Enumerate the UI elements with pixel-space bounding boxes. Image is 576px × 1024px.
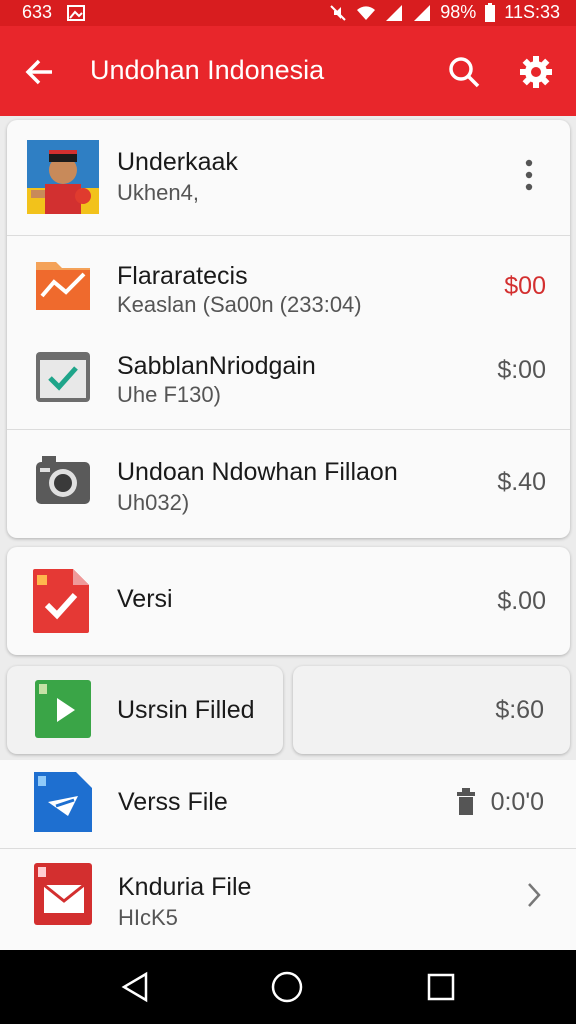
search-icon[interactable] xyxy=(446,54,482,90)
red-mail-file-icon xyxy=(34,863,92,925)
item-price: $.00 xyxy=(497,587,546,615)
list-item[interactable]: Knduria File HIcK5 xyxy=(0,849,576,950)
status-bar: 633 98% 11S:33 xyxy=(0,0,576,26)
wifi-icon xyxy=(357,5,376,20)
bottom-list: Verss File 0:0'0 Knduria File HIcK5 xyxy=(0,760,576,950)
item-subtitle: Uh032) xyxy=(117,490,190,515)
profile-subtitle: Ukhen4, xyxy=(117,180,199,205)
blue-file-icon xyxy=(34,772,92,832)
item-name: Undoan Ndowhan Fillaon xyxy=(117,458,398,486)
chart-folder-icon xyxy=(36,262,90,310)
versi-card[interactable]: Versi $.00 xyxy=(7,547,570,655)
status-time-left: 633 xyxy=(22,2,53,22)
gear-icon[interactable] xyxy=(518,54,554,90)
signal-icon xyxy=(414,4,431,21)
status-clock: 11S:33 xyxy=(504,2,560,22)
back-arrow-icon[interactable] xyxy=(22,54,58,90)
more-vert-icon[interactable] xyxy=(523,158,535,194)
mute-icon xyxy=(330,4,346,21)
avatar xyxy=(27,140,99,214)
trash-icon[interactable] xyxy=(456,788,476,816)
item-name: SabblanNriodgain xyxy=(117,352,316,380)
battery-percent: 98% xyxy=(440,2,477,22)
item-name: Versi xyxy=(117,585,173,613)
item-price: $:00 xyxy=(497,356,546,384)
page-title: Undohan Indonesia xyxy=(90,55,325,85)
app-bar: Undohan Indonesia xyxy=(0,26,576,116)
image-icon xyxy=(67,4,86,21)
item-name: Usrsin Filled xyxy=(117,696,255,724)
chevron-right-icon[interactable] xyxy=(526,881,542,909)
list-item[interactable]: Verss File 0:0'0 xyxy=(0,760,576,848)
item-name: Knduria File xyxy=(118,873,252,901)
item-subtitle: HIcK5 xyxy=(118,905,178,930)
back-triangle-icon[interactable] xyxy=(118,970,152,1004)
list-item[interactable]: Undoan Ndowhan Fillaon Uh032) $.40 xyxy=(7,430,570,538)
split-card-left[interactable]: Usrsin Filled xyxy=(7,666,283,754)
battery-icon xyxy=(485,2,496,22)
green-file-icon xyxy=(35,680,91,738)
home-circle-icon[interactable] xyxy=(270,970,304,1004)
item-subtitle: Keaslan (Sa00n (233:04) xyxy=(117,292,362,317)
signal-icon xyxy=(386,4,403,21)
camera-icon xyxy=(36,456,90,504)
system-nav-bar xyxy=(0,950,576,1024)
profile-name: Underkaak xyxy=(117,148,238,176)
list-item[interactable]: SabblanNriodgain Uhe F130) $:00 xyxy=(7,336,570,429)
main-card: Underkaak Ukhen4, Flararatecis Keaslan (… xyxy=(7,120,570,538)
recents-square-icon[interactable] xyxy=(424,970,458,1004)
split-card-right[interactable]: $:60 xyxy=(293,666,570,754)
item-price: $00 xyxy=(504,272,546,300)
checkbox-window-icon xyxy=(36,352,90,402)
item-price: $.40 xyxy=(497,468,546,496)
item-price: $:60 xyxy=(495,696,544,724)
item-value: 0:0'0 xyxy=(490,788,544,816)
list-item[interactable]: Flararatecis Keaslan (Sa00n (233:04) $00 xyxy=(7,236,570,336)
item-subtitle: Uhe F130) xyxy=(117,382,221,407)
item-name: Verss File xyxy=(118,788,228,816)
item-name: Flararatecis xyxy=(117,262,248,290)
red-check-file-icon xyxy=(33,569,89,633)
profile-row[interactable]: Underkaak Ukhen4, xyxy=(7,120,570,235)
